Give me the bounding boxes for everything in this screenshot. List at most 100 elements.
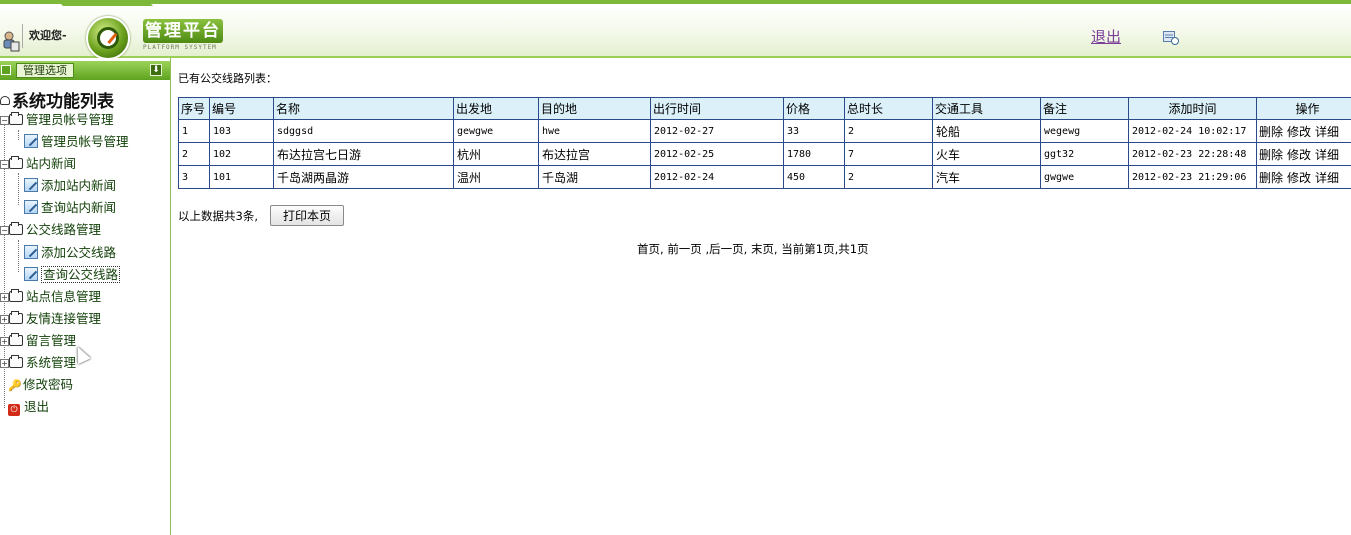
cell-origin: 温州: [453, 165, 539, 189]
sidebar-item-label: 退出: [24, 399, 50, 414]
cell-origin: gewgwe: [453, 119, 539, 143]
sidebar-item-label: 查询站内新闻: [41, 200, 117, 215]
expand-toggle-icon[interactable]: +: [0, 293, 9, 302]
pager-first[interactable]: 首页,: [637, 242, 664, 256]
collapse-toggle-icon[interactable]: −: [0, 116, 9, 125]
col-header: 备注: [1040, 97, 1129, 120]
cell-price: 33: [783, 119, 845, 143]
sidebar-item-site-news[interactable]: − 站内新闻: [0, 153, 76, 172]
brand-subtitle: PLATFORM SYSYTEM: [143, 44, 217, 51]
tree-line: [18, 130, 19, 140]
cell-transport: 火车: [932, 142, 1041, 166]
sidebar: 管理选项 ⬇ 系统功能列表 − 管理员帐号管理 管理员帐号管理 − 站内新闻 添加站…: [0, 58, 171, 535]
folder-open-icon: [9, 112, 23, 125]
cell-code: 102: [209, 142, 274, 166]
cell-price: 1780: [783, 142, 845, 166]
edit-icon: [24, 134, 38, 148]
tree-line: [18, 173, 19, 205]
delete-link[interactable]: 删除: [1259, 125, 1283, 139]
grid-icon: [1, 65, 11, 75]
edit-link[interactable]: 修改: [1287, 171, 1311, 185]
pager-prev[interactable]: 前一页: [667, 242, 702, 256]
root-folder-icon: [0, 96, 10, 105]
cell-index: 3: [178, 165, 210, 189]
cell-index: 1: [178, 119, 210, 143]
sidebar-item-label: 留言管理: [26, 333, 77, 348]
tree-line: [18, 240, 19, 272]
pager-next[interactable]: ,后一页,: [705, 242, 747, 256]
sidebar-item-exit[interactable]: ⏻ 退出: [8, 396, 49, 416]
cell-note: ggt32: [1040, 142, 1129, 166]
sidebar-item-label: 友情连接管理: [26, 311, 102, 326]
expand-toggle-icon[interactable]: +: [0, 359, 9, 368]
sidebar-item-label: 添加站内新闻: [41, 178, 117, 193]
sidebar-item-add-news[interactable]: 添加站内新闻: [24, 175, 116, 194]
col-header: 目的地: [538, 97, 651, 120]
sidebar-item-admin-account[interactable]: − 管理员帐号管理: [0, 109, 114, 128]
sidebar-item-add-route[interactable]: 添加公交线路: [24, 242, 116, 261]
cell-code: 103: [209, 119, 274, 143]
sidebar-item-friend-links[interactable]: + 友情连接管理: [0, 308, 101, 327]
col-header: 总时长: [844, 97, 933, 120]
print-page-button[interactable]: 打印本页: [270, 205, 344, 226]
sidebar-item-label: 站点信息管理: [26, 289, 102, 304]
calendar-icon[interactable]: [1163, 31, 1179, 45]
sidebar-item-bus-route[interactable]: − 公交线路管理: [0, 219, 101, 238]
col-header: 名称: [273, 97, 454, 120]
sidebar-item-label: 添加公交线路: [41, 245, 117, 260]
cell-name: 千岛湖两晶游: [273, 165, 454, 189]
col-header: 添加时间: [1128, 97, 1257, 120]
edit-icon: [24, 267, 38, 281]
cell-actions: 删除 修改 详细: [1256, 119, 1351, 143]
collapse-toggle-icon[interactable]: −: [0, 160, 9, 169]
sidebar-item-change-password[interactable]: 🔑修改密码: [8, 374, 73, 393]
logout-link[interactable]: 退出: [1091, 26, 1121, 47]
user-icon: [3, 31, 20, 52]
expand-toggle-icon[interactable]: +: [0, 337, 9, 346]
edit-link[interactable]: 修改: [1287, 148, 1311, 162]
sidebar-item-query-route[interactable]: 查询公交线路: [24, 264, 121, 283]
sidebar-item-admin-account-manage[interactable]: 管理员帐号管理: [24, 131, 129, 150]
folder-icon: [9, 355, 23, 368]
collapse-icon[interactable]: ⬇: [150, 64, 162, 76]
cell-destination: hwe: [538, 119, 651, 143]
cell-name: sdggsd: [273, 119, 454, 143]
cell-note: wegewg: [1040, 119, 1129, 143]
collapse-toggle-icon[interactable]: −: [0, 226, 9, 235]
sidebar-item-query-news[interactable]: 查询站内新闻: [24, 197, 116, 216]
edit-icon: [24, 245, 38, 259]
table-row: 3 101 千岛湖两晶游 温州 千岛湖 2012-02-24 450 2 汽车 …: [178, 165, 1351, 189]
col-header: 序号: [178, 97, 210, 120]
header-accent: [57, 0, 153, 6]
table-row: 2 102 布达拉宫七日游 杭州 布达拉宫 2012-02-25 1780 7 …: [178, 142, 1351, 166]
cell-index: 2: [178, 142, 210, 166]
cell-added-time: 2012-02-23 22:28:48: [1128, 142, 1257, 166]
delete-link[interactable]: 删除: [1259, 171, 1283, 185]
bus-route-table: 序号 编号 名称 出发地 目的地 出行时间 价格 总时长 交通工具 备注 添加时…: [178, 97, 1351, 189]
logo-icon: [86, 16, 130, 60]
folder-open-icon: [9, 156, 23, 169]
cell-origin: 杭州: [453, 142, 539, 166]
pager-total: 共1页: [838, 242, 869, 256]
col-header: 编号: [209, 97, 274, 120]
edit-icon: [24, 200, 38, 214]
cell-depart-date: 2012-02-25: [650, 142, 784, 166]
sidebar-item-label: 系统管理: [26, 355, 77, 370]
sidebar-header: 管理选项 ⬇: [0, 61, 170, 80]
sidebar-item-station-info[interactable]: + 站点信息管理: [0, 286, 101, 305]
cell-price: 450: [783, 165, 845, 189]
pager-last[interactable]: 末页,: [751, 242, 778, 256]
detail-link[interactable]: 详细: [1315, 171, 1339, 185]
detail-link[interactable]: 详细: [1315, 148, 1339, 162]
edit-link[interactable]: 修改: [1287, 125, 1311, 139]
cell-name: 布达拉宫七日游: [273, 142, 454, 166]
expand-toggle-icon[interactable]: +: [0, 315, 9, 324]
sidebar-item-messages[interactable]: + 留言管理: [0, 330, 76, 349]
delete-link[interactable]: 删除: [1259, 148, 1283, 162]
detail-link[interactable]: 详细: [1315, 125, 1339, 139]
sidebar-item-system[interactable]: + 系统管理: [0, 352, 76, 371]
cell-code: 101: [209, 165, 274, 189]
sidebar-tab[interactable]: 管理选项: [16, 63, 74, 78]
folder-icon: [9, 333, 23, 346]
cell-destination: 布达拉宫: [538, 142, 651, 166]
